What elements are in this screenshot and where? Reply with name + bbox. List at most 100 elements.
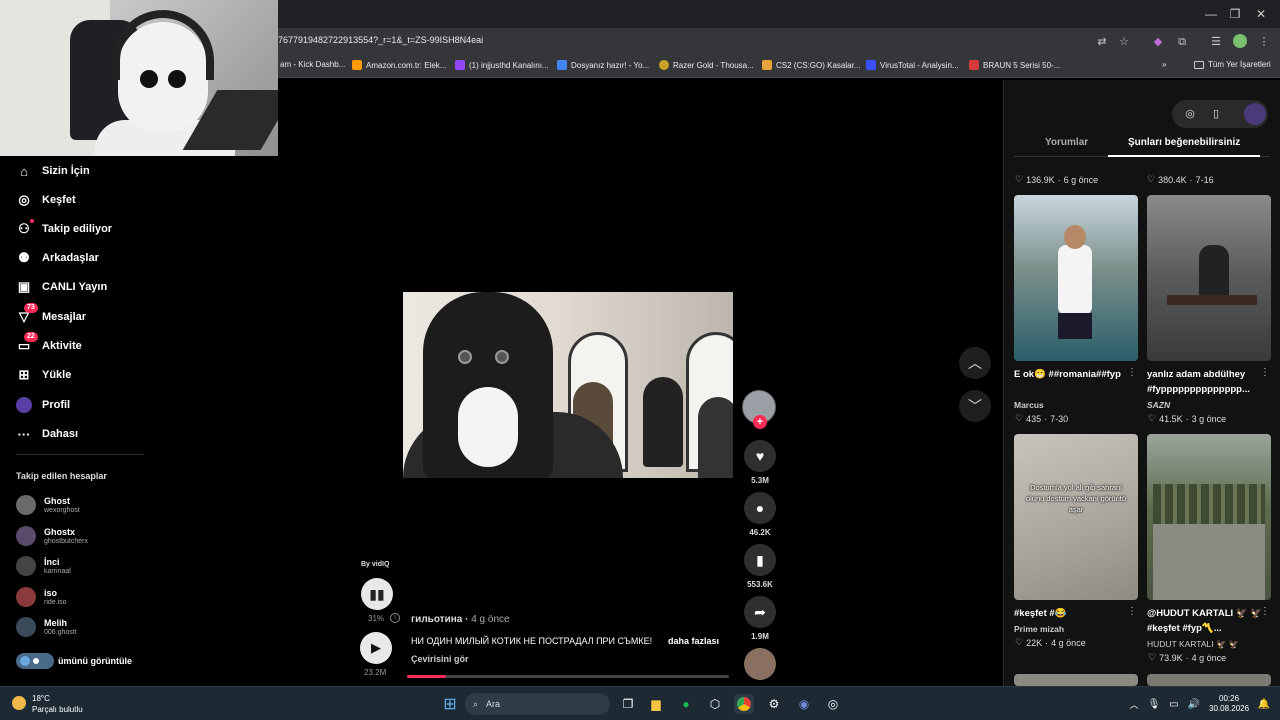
steam-icon[interactable]: ⬡ bbox=[705, 694, 725, 714]
video-meta: ♡ 136.9K · 6 g önce bbox=[1015, 174, 1099, 185]
nav-more[interactable]: ··· Dahası bbox=[16, 423, 79, 445]
file-explorer-icon[interactable]: ▆ bbox=[646, 694, 666, 714]
settings-icon[interactable]: ⚙ bbox=[764, 694, 784, 714]
compass-icon[interactable]: ◎ bbox=[1182, 106, 1198, 122]
task-view-icon[interactable]: ❐ bbox=[618, 694, 638, 714]
bookmark-item[interactable]: Amazon.com.tr: Elek... bbox=[352, 60, 446, 70]
more-options-icon[interactable]: ⋮ bbox=[1260, 606, 1270, 617]
reading-list-icon[interactable]: ☰ bbox=[1208, 34, 1224, 50]
site-icon bbox=[557, 60, 567, 70]
bookmark-item[interactable]: CS2 (CS:GO) Kasalar... bbox=[762, 60, 860, 70]
like-button[interactable]: ♥ bbox=[744, 440, 776, 472]
nav-for-you[interactable]: ⌂ Sizin İçin bbox=[16, 160, 90, 182]
account-item[interactable]: Melih 006.ghostt bbox=[16, 614, 77, 640]
video-title[interactable]: #keşfet #😂 bbox=[1014, 606, 1132, 621]
bookmark-icon: ▮ bbox=[756, 551, 764, 568]
video-title[interactable]: yanlız adam abdülhey #fypppppppppppppp..… bbox=[1147, 367, 1265, 397]
video-thumbnail[interactable] bbox=[1014, 195, 1138, 361]
comment-button[interactable]: ● bbox=[744, 492, 776, 524]
bookmark-item[interactable]: Dosyanız hazır! - Yo... bbox=[557, 60, 649, 70]
video-title[interactable]: @HUDUT KARTALI 🦅 🦅 #keşfet #fyp〽️... bbox=[1147, 606, 1265, 636]
more-options-icon[interactable]: ⋮ bbox=[1260, 367, 1270, 378]
video-author[interactable]: гильотина · 4 g önce bbox=[411, 614, 510, 625]
vidiq-button[interactable]: ▮▮ bbox=[361, 578, 393, 610]
monitor-icon[interactable]: ▭ bbox=[1164, 694, 1184, 714]
all-bookmarks[interactable]: Tüm Yer İşaretleri bbox=[1194, 60, 1271, 69]
more-options-icon[interactable]: ⋮ bbox=[1127, 367, 1137, 378]
account-item[interactable]: iso ride.iso bbox=[16, 584, 67, 610]
video-player[interactable] bbox=[403, 292, 733, 478]
tab-suggested[interactable]: Şunları beğenebilirsiniz bbox=[1128, 137, 1240, 148]
follow-button[interactable]: + bbox=[753, 415, 767, 429]
nav-messages[interactable]: ▽ 73 Mesajlar bbox=[16, 303, 86, 328]
bookmark-item[interactable]: am - Kick Dashb... bbox=[280, 60, 345, 69]
video-progress[interactable] bbox=[407, 675, 729, 678]
tab-comments[interactable]: Yorumlar bbox=[1045, 137, 1088, 148]
phone-icon[interactable]: ▯ bbox=[1208, 106, 1224, 122]
previous-video-button[interactable]: ︿ bbox=[959, 347, 991, 379]
video-author[interactable]: Prime mizah bbox=[1014, 624, 1064, 634]
video-thumbnail[interactable] bbox=[1147, 674, 1271, 686]
heart-icon: ♥ bbox=[755, 448, 765, 464]
close-icon[interactable]: ✕ bbox=[1246, 4, 1276, 24]
star-icon[interactable]: ☆ bbox=[1116, 34, 1132, 50]
translate-icon[interactable]: ⇄ bbox=[1094, 34, 1110, 50]
view-count: 23.2M bbox=[364, 668, 387, 677]
discord-icon[interactable]: ◉ bbox=[794, 694, 814, 714]
video-thumbnail[interactable]: Dostumla yol ali gib sahrani olunu dostu… bbox=[1014, 434, 1138, 600]
info-icon[interactable]: i bbox=[390, 613, 400, 623]
taskbar: 18°C Parçalı bulutlu ⊞ ⌕ Ara ❐ ▆ ● ⬡ ⚙ ◉ ◎… bbox=[0, 686, 1280, 720]
account-item[interactable]: Ghostx ghostbutcherx bbox=[16, 523, 88, 549]
url-field[interactable]: 7677919482722913554?_r=1&_t=ZS-99ISH8N4e… bbox=[278, 35, 483, 45]
microphone-icon[interactable]: 🎙 bbox=[1144, 694, 1164, 714]
play-button[interactable]: ▶ bbox=[360, 632, 392, 664]
nav-profile[interactable]: Profil bbox=[16, 394, 70, 416]
chrome-icon[interactable] bbox=[734, 694, 754, 714]
more-options-icon[interactable]: ⋮ bbox=[1127, 606, 1137, 617]
weather-widget[interactable]: 18°C Parçalı bulutlu bbox=[12, 693, 83, 715]
nav-activity[interactable]: ▭ 22 Aktivite bbox=[16, 332, 82, 357]
taskbar-search[interactable]: ⌕ Ara bbox=[465, 693, 610, 715]
account-item[interactable]: İnci karrinaal bbox=[16, 553, 71, 579]
chevron-up-icon: ︿ bbox=[968, 355, 982, 371]
windows-start-icon[interactable]: ⊞ bbox=[440, 694, 460, 714]
bookmarks-overflow-icon[interactable]: » bbox=[1162, 60, 1166, 69]
nav-friends[interactable]: ⚉ Arkadaşlar bbox=[16, 247, 99, 269]
bookmark-item[interactable]: (1) injjusthd Kanalını... bbox=[455, 60, 549, 70]
nav-explore[interactable]: ◎ Keşfet bbox=[16, 189, 75, 211]
video-author[interactable]: SAZN bbox=[1147, 400, 1170, 410]
tray-overflow-icon[interactable]: ︿ bbox=[1124, 694, 1144, 714]
nav-live[interactable]: ▣ CANLI Yayın bbox=[16, 276, 107, 298]
video-thumbnail[interactable] bbox=[1014, 674, 1138, 686]
extension-icon[interactable]: ◆ bbox=[1150, 34, 1166, 50]
video-author[interactable]: HUDUT KARTALI 🦅 🦅 bbox=[1147, 639, 1240, 650]
menu-icon[interactable]: ⋮ bbox=[1256, 34, 1272, 50]
video-author[interactable]: Marcus bbox=[1014, 400, 1044, 410]
volume-icon[interactable]: 🔊 bbox=[1184, 694, 1204, 714]
nav-upload[interactable]: ⊞ Yükle bbox=[16, 364, 72, 386]
nav-following[interactable]: ⚇ Takip ediliyor bbox=[16, 218, 112, 240]
site-icon bbox=[762, 60, 772, 70]
notification-icon[interactable]: 🔔 bbox=[1254, 694, 1274, 714]
bookmark-item[interactable]: Razer Gold - Thousa... bbox=[659, 60, 754, 70]
sound-disc[interactable] bbox=[744, 648, 776, 680]
save-button[interactable]: ▮ bbox=[744, 544, 776, 576]
obs-icon[interactable]: ◎ bbox=[823, 694, 843, 714]
bookmark-item[interactable]: VirusTotal - Analysin... bbox=[866, 60, 959, 70]
more-link[interactable]: daha fazlası bbox=[668, 636, 719, 646]
video-thumbnail[interactable] bbox=[1147, 195, 1271, 361]
see-all-button[interactable]: ümünü görüntüle bbox=[16, 651, 136, 671]
account-item[interactable]: Ghost wexorghost bbox=[16, 492, 80, 518]
puzzle-icon[interactable]: ⧉ bbox=[1174, 34, 1190, 50]
next-video-button[interactable]: ﹀ bbox=[959, 390, 991, 422]
share-icon: ➦ bbox=[754, 603, 766, 620]
profile-icon[interactable] bbox=[1232, 34, 1248, 50]
spotify-icon[interactable]: ● bbox=[676, 694, 696, 714]
video-title[interactable]: E ok😁 ##romania##fyp bbox=[1014, 367, 1132, 382]
translate-link[interactable]: Çevirisini gör bbox=[411, 654, 469, 664]
avatar[interactable] bbox=[1244, 103, 1266, 125]
video-thumbnail[interactable] bbox=[1147, 434, 1271, 600]
bookmark-item[interactable]: BRAUN 5 Serisi 50-... bbox=[969, 60, 1060, 70]
clock[interactable]: 00:26 30.08.2026 bbox=[1209, 694, 1249, 714]
share-button[interactable]: ➦ bbox=[744, 596, 776, 628]
